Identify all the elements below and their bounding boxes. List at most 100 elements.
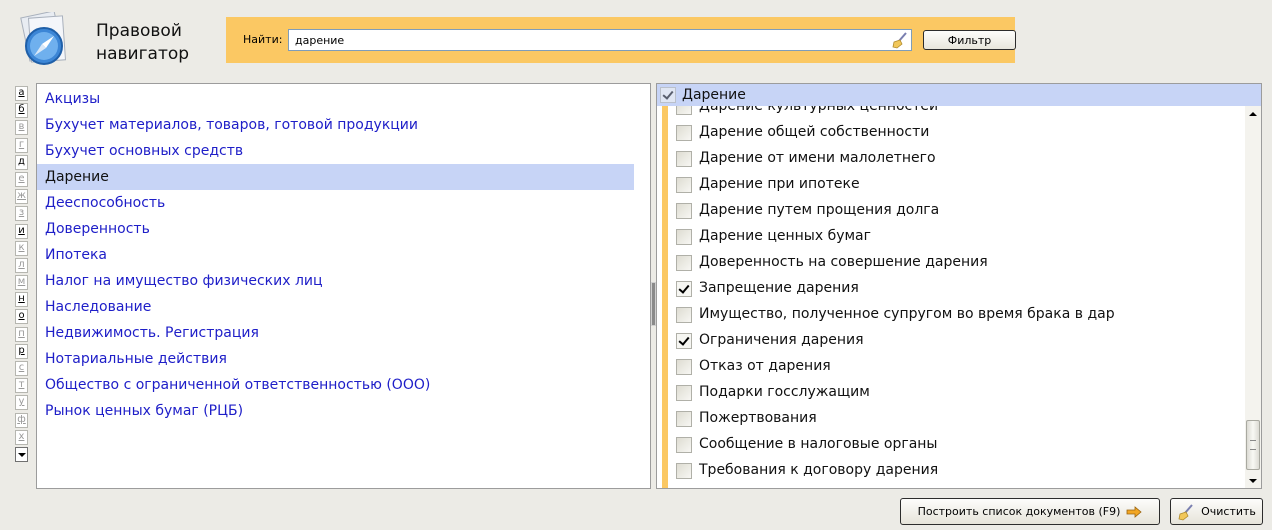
subtopic-label: Отказ от дарения xyxy=(699,358,831,374)
topic-item[interactable]: Бухучет основных средств xyxy=(37,138,634,164)
alphabet-letter[interactable]: г xyxy=(15,137,28,153)
scroll-up-icon[interactable] xyxy=(1245,106,1261,122)
alphabet-letter[interactable]: к xyxy=(15,240,28,256)
app-title: Правовой навигатор xyxy=(96,20,226,66)
alphabet-letter[interactable]: д xyxy=(15,154,28,170)
alphabet-letter[interactable]: м xyxy=(15,275,28,291)
subtopic-checkbox[interactable] xyxy=(676,229,692,245)
search-field[interactable] xyxy=(288,29,912,51)
subtopic-item[interactable]: Ограничения дарения xyxy=(657,328,1245,354)
subtopic-item[interactable]: Запрещение дарения xyxy=(657,276,1245,302)
app-logo-compass-icon xyxy=(16,10,74,70)
accent-bar xyxy=(662,106,668,488)
alphabet-scroll-down-icon[interactable] xyxy=(15,446,28,462)
subtopic-item[interactable]: Сообщение в налоговые органы xyxy=(657,432,1245,458)
subtopic-checkbox[interactable] xyxy=(676,437,692,453)
alphabet-letter[interactable]: б xyxy=(15,103,28,119)
alphabet-letter[interactable]: и xyxy=(15,223,28,239)
scroll-down-icon[interactable] xyxy=(1245,473,1261,488)
subtopic-item[interactable]: Подарки госслужащим xyxy=(657,380,1245,406)
topic-item[interactable]: Общество с ограниченной ответственностью… xyxy=(37,372,634,398)
topic-item[interactable]: Рынок ценных бумаг (РЦБ) xyxy=(37,398,634,424)
search-bar: Найти: Фильтр xyxy=(226,17,1016,63)
subtopic-label: Имущество, полученное супругом во время … xyxy=(699,306,1115,322)
subtopic-label: Дарение от имени малолетнего xyxy=(699,150,936,166)
topic-item[interactable]: Акцизы xyxy=(37,86,634,112)
topic-item[interactable]: Нотариальные действия xyxy=(37,346,634,372)
topic-item[interactable]: Доверенность xyxy=(37,216,634,242)
subtopic-item[interactable]: Дарение общей собственности xyxy=(657,120,1245,146)
subtopic-checkbox[interactable] xyxy=(676,307,692,323)
alphabet-letter[interactable]: в xyxy=(15,120,28,136)
header-checkbox[interactable] xyxy=(660,87,676,103)
alphabet-letter[interactable]: п xyxy=(15,326,28,342)
subtopic-checkbox[interactable] xyxy=(676,463,692,479)
clear-button[interactable]: Очистить xyxy=(1170,498,1263,525)
alphabet-letter[interactable]: р xyxy=(15,343,28,359)
subtopic-label: Подарки госслужащим xyxy=(699,384,870,400)
subtopic-checkbox[interactable] xyxy=(676,125,692,141)
subtopic-item[interactable]: Отказ от дарения xyxy=(657,354,1245,380)
subtopic-label: Запрещение дарения xyxy=(699,280,859,296)
subtopic-item[interactable]: Дарение путем прощения долга xyxy=(657,198,1245,224)
app-title-line2: навигатор xyxy=(96,44,190,64)
subtopic-checkbox[interactable] xyxy=(676,255,692,271)
subtopics-header-label: Дарение xyxy=(682,87,746,103)
alphabet-letter[interactable]: л xyxy=(15,257,28,273)
alphabet-letter[interactable]: а xyxy=(15,86,28,101)
subtopic-checkbox[interactable] xyxy=(676,411,692,427)
search-label: Найти: xyxy=(243,33,283,46)
subtopic-checkbox[interactable] xyxy=(676,203,692,219)
alphabet-letter[interactable]: с xyxy=(15,361,28,376)
subtopic-checkbox[interactable] xyxy=(676,106,692,115)
topic-item[interactable]: Ипотека xyxy=(37,242,634,268)
subtopic-item[interactable]: Доверенность на совершение дарения xyxy=(657,250,1245,276)
subtopic-item[interactable]: Дарение культурных ценностей xyxy=(657,106,1245,120)
alphabet-letter[interactable]: т xyxy=(15,378,28,394)
alphabet-letter[interactable]: е xyxy=(15,171,28,187)
subtopic-checkbox[interactable] xyxy=(676,151,692,167)
subtopic-label: Дарение общей собственности xyxy=(699,124,930,140)
alphabet-letter[interactable]: х xyxy=(15,429,28,445)
subtopic-label: Дарение путем прощения долга xyxy=(699,202,940,218)
topic-item[interactable]: Дееспособность xyxy=(37,190,634,216)
subtopics-viewport: Дарение культурных ценностей Дарение обще… xyxy=(657,106,1245,488)
alphabet-letter[interactable]: ф xyxy=(15,412,28,428)
alphabet-letter[interactable]: о xyxy=(15,309,28,325)
subtopic-checkbox[interactable] xyxy=(676,281,692,297)
subtopic-checkbox[interactable] xyxy=(676,385,692,401)
vertical-scrollbar[interactable] xyxy=(1245,106,1261,488)
subtopic-item[interactable]: Имущество, полученное супругом во время … xyxy=(657,302,1245,328)
subtopic-item[interactable]: Дарение от имени малолетнего xyxy=(657,146,1245,172)
filter-button[interactable]: Фильтр xyxy=(923,30,1016,50)
subtopic-label: Пожертвования xyxy=(699,410,817,426)
broom-icon xyxy=(1178,503,1193,520)
alphabet-letter[interactable]: у xyxy=(15,395,28,411)
topic-item[interactable]: Наследование xyxy=(37,294,634,320)
subtopic-item[interactable]: Дарение при ипотеке xyxy=(657,172,1245,198)
subtopic-label: Дарение культурных ценностей xyxy=(699,106,939,114)
clear-search-broom-icon[interactable] xyxy=(891,31,909,49)
subtopic-item[interactable]: Пожертвования xyxy=(657,406,1245,432)
build-document-list-button[interactable]: Построить список документов (F9) xyxy=(900,498,1160,525)
alphabet-letter[interactable]: з xyxy=(15,206,28,222)
subtopic-checkbox[interactable] xyxy=(676,177,692,193)
scroll-thumb[interactable] xyxy=(1246,420,1260,470)
subtopic-item[interactable]: Дарение ценных бумаг xyxy=(657,224,1245,250)
subtopics-header: Дарение xyxy=(657,84,1261,106)
subtopic-checkbox[interactable] xyxy=(676,333,692,349)
topic-item[interactable]: Бухучет материалов, товаров, готовой про… xyxy=(37,112,634,138)
subtopic-checkbox[interactable] xyxy=(676,359,692,375)
search-input[interactable] xyxy=(289,30,885,50)
alphabet-letter[interactable]: ж xyxy=(15,189,28,205)
subtopic-label: Дарение при ипотеке xyxy=(699,176,860,192)
subtopic-label: Сообщение в налоговые органы xyxy=(699,436,938,452)
app-title-line1: Правовой xyxy=(96,21,182,41)
topic-item[interactable]: Налог на имущество физических лиц xyxy=(37,268,634,294)
subtopic-label: Доверенность на совершение дарения xyxy=(699,254,988,270)
topics-list: Акцизы Бухучет материалов, товаров, готов… xyxy=(37,84,650,424)
topic-item[interactable]: Недвижимость. Регистрация xyxy=(37,320,634,346)
topic-item[interactable]: Дарение xyxy=(37,164,634,190)
alphabet-letter[interactable]: н xyxy=(15,292,28,308)
subtopic-item[interactable]: Требования к договору дарения xyxy=(657,458,1245,484)
